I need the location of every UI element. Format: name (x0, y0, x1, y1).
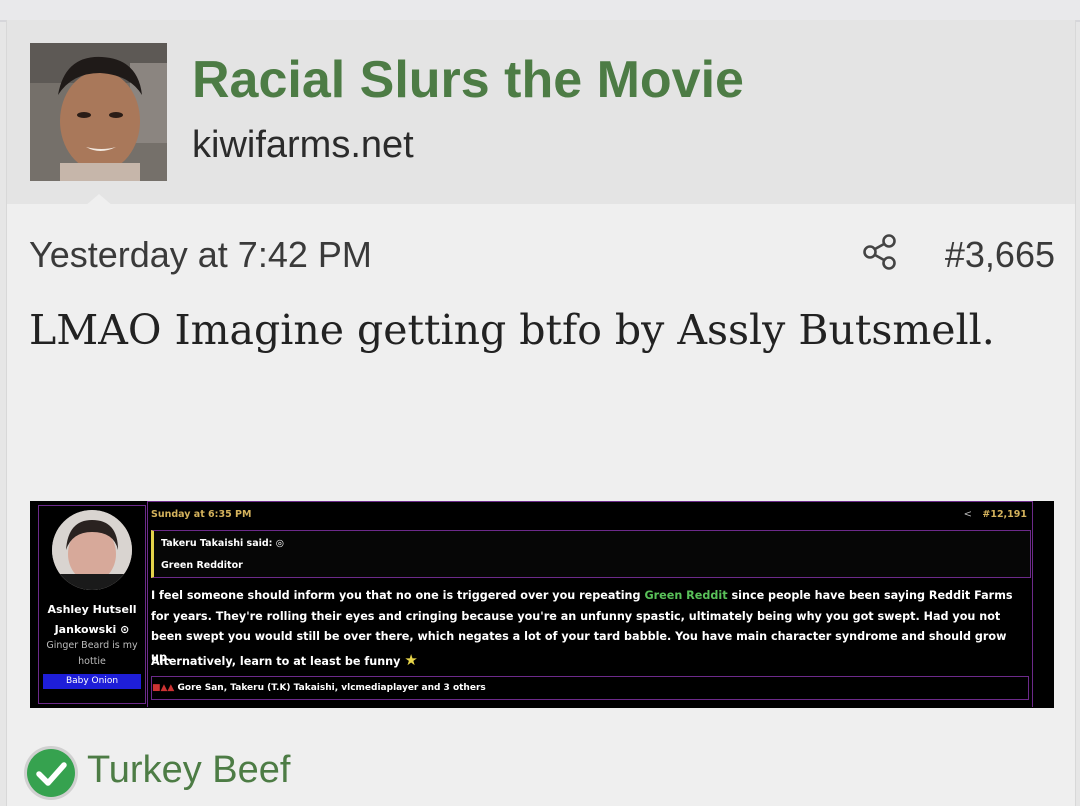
thread-header: Racial Slurs the Movie kiwifarms.net (7, 20, 1075, 206)
embed-reaction-icons: ■▲▲ (152, 683, 175, 693)
embed-quote-author-text: Takeru Takaishi said: (161, 538, 273, 549)
embed-user-title-line1: Ginger Beard is my (46, 640, 138, 651)
embed-user-card: Ashley Hutsell Jankowski ⊙ Ginger Beard … (38, 505, 146, 704)
embed-quote: Takeru Takaishi said: ◎ Green Redditor (151, 530, 1031, 578)
star-emoji-icon: ★ (404, 651, 418, 669)
embed-message: Sunday at 6:35 PM < #12,191 Takeru Takai… (147, 501, 1033, 707)
embed-avatar (52, 510, 132, 590)
share-icon[interactable] (860, 232, 900, 272)
embedded-screenshot[interactable]: Ashley Hutsell Jankowski ⊙ Ginger Beard … (30, 501, 1054, 708)
embed-quote-text: Green Redditor (161, 560, 243, 571)
embed-body-line2-text: Alternatively, learn to at least be funn… (151, 655, 401, 668)
embed-date: Sunday at 6:35 PM (151, 509, 252, 520)
embed-post-number: #12,191 (982, 509, 1027, 520)
embed-username[interactable]: Ashley Hutsell Jankowski ⊙ (39, 600, 145, 640)
check-circle-icon[interactable] (27, 749, 75, 797)
post-number[interactable]: #3,665 (945, 234, 1055, 276)
embed-quote-author: Takeru Takaishi said: ◎ (161, 538, 284, 549)
thread-card: Racial Slurs the Movie kiwifarms.net Yes… (6, 20, 1076, 806)
embed-username-line2: Jankowski (54, 623, 117, 636)
embed-username-line1: Ashley Hutsell (47, 603, 137, 616)
embed-user-banner: Baby Onion (43, 674, 141, 689)
embed-body-link: Green Reddit (644, 589, 728, 602)
embed-reactions-text: Gore San, Takeru (T.K) Takaishi, vlcmedi… (177, 683, 486, 693)
reaction-label[interactable]: Turkey Beef (87, 749, 290, 792)
header-pointer (85, 194, 113, 206)
embed-user-title-line2: hottie (78, 656, 106, 667)
embed-body-part1: I feel someone should inform you that no… (151, 589, 641, 602)
post-body: LMAO Imagine getting btfo by Assly Butsm… (29, 306, 995, 354)
browser-top-strip (0, 0, 1080, 22)
reaction-bar[interactable]: Turkey Beef (25, 743, 625, 803)
thread-avatar[interactable] (30, 43, 167, 181)
post-date[interactable]: Yesterday at 7:42 PM (29, 234, 372, 276)
embed-share-icon: < (963, 509, 972, 520)
embed-reactions: ■▲▲ Gore San, Takeru (T.K) Takaishi, vlc… (151, 676, 1029, 700)
thread-title[interactable]: Racial Slurs the Movie (192, 50, 744, 110)
quote-jump-icon: ◎ (275, 538, 285, 549)
embed-user-title: Ginger Beard is my hottie (39, 638, 145, 670)
site-name[interactable]: kiwifarms.net (192, 124, 414, 167)
embed-body-line2: Alternatively, learn to at least be funn… (151, 651, 418, 669)
verified-icon: ⊙ (120, 623, 130, 636)
